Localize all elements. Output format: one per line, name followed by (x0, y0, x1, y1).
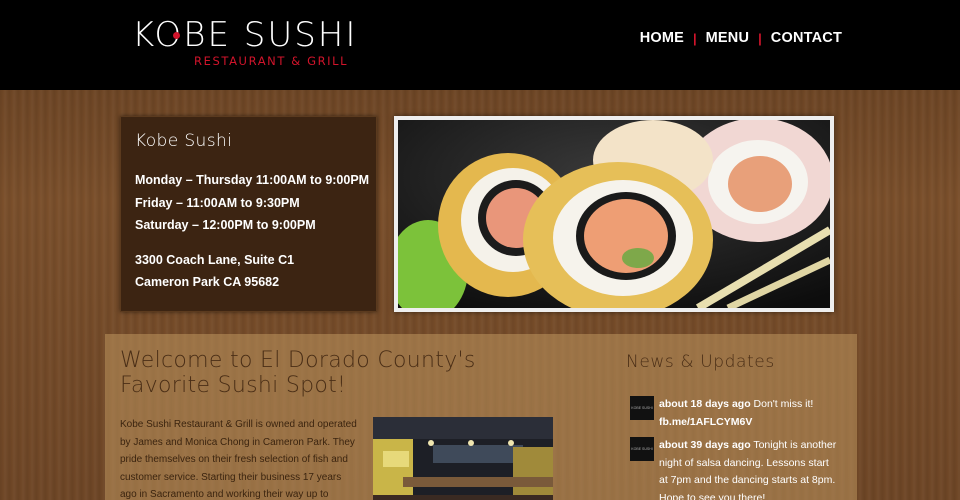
welcome-heading-line: Welcome to El Dorado County's (120, 348, 476, 373)
news-avatar[interactable]: KOBE SUSHI (630, 437, 654, 461)
news-avatar-label: KOBE SUSHI (631, 447, 653, 451)
news-avatar[interactable]: KOBE SUSHI (630, 396, 654, 420)
news-heading: News & Updates (626, 352, 775, 372)
news-text: Don't miss it! (753, 398, 814, 410)
nav-separator: | (758, 30, 762, 46)
interior-illustration (373, 417, 553, 500)
nav-home[interactable]: HOME (640, 30, 684, 46)
news-timestamp[interactable]: about 18 days ago (659, 398, 751, 410)
hours-line: Saturday – 12:00PM to 9:00PM (135, 218, 316, 232)
address-line: 3300 Coach Lane, Suite C1 (135, 252, 295, 267)
content-panel: Welcome to El Dorado County's Favorite S… (105, 334, 857, 500)
nav-separator: | (693, 30, 697, 46)
sushi-rolls-illustration (398, 120, 830, 308)
news-timestamp[interactable]: about 39 days ago (659, 439, 751, 451)
news-link[interactable]: fb.me/1AFLCYM6V (659, 416, 752, 428)
welcome-heading: Welcome to El Dorado County's Favorite S… (120, 348, 520, 398)
address-line: Cameron Park CA 95682 (135, 275, 280, 289)
main-nav: HOME | MENU | CONTACT (640, 30, 842, 46)
hours-line: Monday – Thursday 11:00AM to 9:00PM (135, 173, 370, 187)
hours-line: Friday – 11:00AM to 9:30PM (135, 195, 300, 210)
hero-sushi-photo (394, 116, 834, 312)
hours-title: Kobe Sushi (135, 131, 233, 151)
news-item: KOBE SUSHI about 18 days ago Don't miss … (630, 396, 840, 431)
welcome-heading-line: Favorite Sushi Spot! (120, 373, 347, 398)
logo-dot (173, 32, 180, 39)
logo-subtitle: RESTAURANT & GRILL (194, 54, 349, 68)
restaurant-interior-photo (373, 417, 553, 500)
logo-title: KOBE SUSHI (132, 15, 358, 55)
nav-menu[interactable]: MENU (706, 30, 750, 46)
nav-contact[interactable]: CONTACT (771, 30, 842, 46)
site-logo[interactable]: KOBE SUSHI RESTAURANT & GRILL (132, 16, 357, 68)
welcome-body: Kobe Sushi Restaurant & Grill is owned a… (120, 419, 357, 500)
hours-box: Kobe Sushi Monday – Thursday 11:00AM to … (120, 116, 377, 312)
site-header: KOBE SUSHI RESTAURANT & GRILL HOME | MEN… (0, 0, 960, 90)
news-avatar-label: KOBE SUSHI (631, 406, 653, 410)
news-item: KOBE SUSHI about 39 days ago Tonight is … (630, 437, 840, 500)
